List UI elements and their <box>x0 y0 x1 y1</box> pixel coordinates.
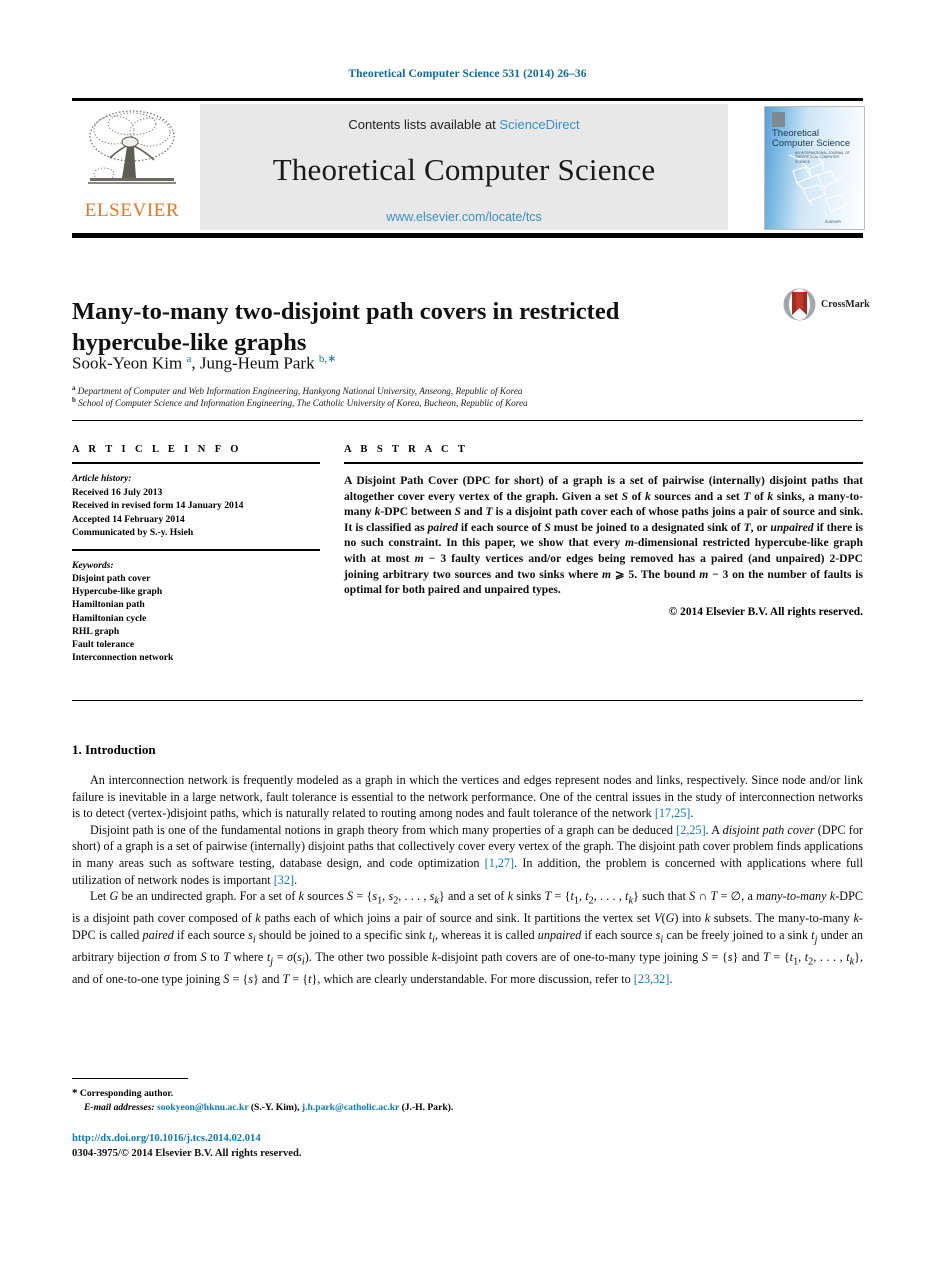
contents-available-line: Contents lists available at ScienceDirec… <box>200 117 728 132</box>
history-item: Received 16 July 2013 <box>72 486 163 498</box>
history-item: Accepted 14 February 2014 <box>72 513 185 525</box>
keyword-item: Hypercube-like graph <box>72 586 163 598</box>
keywords-group: Keywords: Disjoint path cover Hypercube-… <box>72 559 320 665</box>
journal-masthead: ELSEVIER Contents lists available at Sci… <box>72 104 865 230</box>
crossmark-badge[interactable]: CrossMark <box>783 288 870 322</box>
history-item: Communicated by S.-y. Hsieh <box>72 527 194 538</box>
keyword-item: Hamiltonian cycle <box>72 612 147 624</box>
affiliation-a-marker: a <box>72 384 76 392</box>
keyword-item: Fault tolerance <box>72 639 135 651</box>
article-info-column: A R T I C L E I N F O Article history: R… <box>72 444 320 664</box>
running-head: Theoretical Computer Science 531 (2014) … <box>348 68 587 80</box>
corresponding-author-line: * Corresponding author. <box>72 1086 672 1101</box>
affiliation-b-marker: b <box>72 396 76 404</box>
journal-cover-thumbnail: Theoretical Computer Science AN INTERNAT… <box>764 106 865 230</box>
info-band-rule-bottom <box>72 700 863 701</box>
elsevier-tree-icon <box>84 108 180 198</box>
paragraph: Disjoint path is one of the fundamental … <box>72 822 863 887</box>
article-info-heading: A R T I C L E I N F O <box>72 444 242 455</box>
affiliation-b-text: School of Computer Science and Informati… <box>78 398 528 409</box>
section-heading-introduction: 1. Introduction <box>72 742 156 757</box>
cover-publisher-mark <box>772 112 785 127</box>
abstract-underline <box>344 462 863 464</box>
email-link-park[interactable]: j.h.park@catholic.ac.kr <box>302 1102 399 1113</box>
email-owner-park: (J.-H. Park). <box>401 1102 454 1113</box>
author-list: Sook-Yeon Kim a, Jung-Heum Park b,∗ <box>72 353 337 373</box>
masthead-rule-bottom <box>72 233 863 238</box>
keyword-item: Hamiltonian path <box>72 599 145 611</box>
crossmark-label: CrossMark <box>821 299 870 310</box>
footnote-block: * Corresponding author. E-mail addresses… <box>72 1086 672 1115</box>
email-label: E-mail addresses: <box>84 1102 155 1113</box>
paragraph: Let G be an undirected graph. For a set … <box>72 889 864 986</box>
cover-title: Theoretical Computer Science <box>772 128 851 149</box>
sciencedirect-link[interactable]: ScienceDirect <box>499 117 579 132</box>
info-divider <box>72 548 320 551</box>
paper-page: Theoretical Computer Science 531 (2014) … <box>0 0 935 1266</box>
contents-prefix: Contents lists available at <box>348 117 500 132</box>
history-item: Received in revised form 14 January 2014 <box>72 500 244 511</box>
keyword-item: Disjoint path cover <box>72 573 151 584</box>
paragraph: An interconnection network is frequently… <box>72 773 863 821</box>
abstract-copyright: © 2014 Elsevier B.V. All rights reserved… <box>668 605 863 618</box>
masthead-rule-top <box>72 98 863 101</box>
doi-link[interactable]: http://dx.doi.org/10.1016/j.tcs.2014.02.… <box>72 1133 261 1144</box>
journal-homepage-link[interactable]: www.elsevier.com/locate/tcs <box>200 210 728 224</box>
abstract-heading: A B S T R A C T <box>344 444 469 455</box>
journal-title: Theoretical Computer Science <box>272 152 656 187</box>
info-band-rule-top <box>72 420 863 421</box>
asterisk-icon: * <box>72 1087 78 1099</box>
footnote-rule <box>72 1078 188 1079</box>
corresponding-author-text: Corresponding author. <box>79 1088 174 1099</box>
cover-footer: ELSEVIER <box>825 220 841 224</box>
page-title: Many-to-many two-disjoint path covers in… <box>72 298 620 357</box>
keyword-item: Interconnection network <box>72 652 174 664</box>
affiliation-b: b School of Computer Science and Informa… <box>72 394 772 410</box>
issn-copyright: 0304-3975/© 2014 Elsevier B.V. All right… <box>72 1148 302 1159</box>
article-history-group: Article history: Received 16 July 2013 R… <box>72 472 320 540</box>
elsevier-logo: ELSEVIER <box>72 104 192 230</box>
keyword-item: RHL graph <box>72 625 120 637</box>
article-info-underline <box>72 462 320 464</box>
cover-subtitle: AN INTERNATIONAL JOURNAL OF THEORETICAL … <box>795 151 850 164</box>
keywords-heading: Keywords: <box>72 559 114 571</box>
abstract-column: A B S T R A C T A Disjoint Path Cover (D… <box>344 444 863 618</box>
crossmark-icon <box>783 288 816 321</box>
introduction-body: An interconnection network is frequently… <box>72 772 863 987</box>
abstract-body: A Disjoint Path Cover (DPC for short) of… <box>344 474 864 597</box>
email-link-kim[interactable]: sookyeon@hknu.ac.kr <box>157 1102 248 1113</box>
elsevier-wordmark: ELSEVIER <box>84 200 180 221</box>
email-line: E-mail addresses: sookyeon@hknu.ac.kr (S… <box>72 1101 672 1115</box>
email-owner-kim: (S.-Y. Kim), <box>250 1102 300 1113</box>
masthead-center-panel: Contents lists available at ScienceDirec… <box>200 104 728 230</box>
article-history-heading: Article history: <box>72 473 132 484</box>
